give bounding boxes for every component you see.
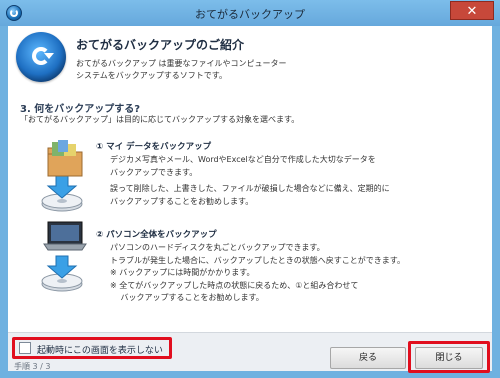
section-title: 3. 何をバックアップする?	[20, 104, 141, 115]
window-title: おてがるバックアップ	[195, 8, 305, 21]
section-subtitle: 「おてがるバックアップ」は目的に応じてバックアップする対象を選べます。	[20, 115, 300, 124]
description-line: トラブルが発生した場合に、バックアップしたときの状態へ戻すことができます。	[110, 255, 405, 265]
laptop-disc-icon	[41, 221, 87, 292]
description-line: パソコンのハードディスクを丸ごとバックアップできます。	[110, 243, 325, 252]
back-button[interactable]: 戻る	[330, 347, 406, 369]
dont-show-checkbox-highlight[interactable]: 起動時にこの画面を表示しない	[12, 337, 172, 359]
description-line: バックアップすることをお勧めします。	[110, 293, 264, 302]
intro-text: おてがるバックアップ は重要なファイルやコンピューター システムをバックアップす…	[76, 58, 287, 82]
intro-line: おてがるバックアップ は重要なファイルやコンピューター	[76, 59, 287, 68]
option-title: ① マイ データをバックアップ	[96, 142, 212, 152]
page-title: おてがるバックアップのご紹介	[76, 38, 245, 52]
option-description: デジカメ写真やメール、WordやExcelなど自分で作成した大切なデータを バッ…	[110, 154, 390, 208]
description-line: バックアップできます。	[110, 167, 198, 177]
option-description: パソコンのハードディスクを丸ごとバックアップできます。 トラブルが発生した場合に…	[110, 242, 405, 305]
app-window: おてがるバックアップ ✕ おてがるバックアップのご紹介 おてがるバックアップ は…	[0, 0, 500, 378]
restore-arrow-icon	[32, 47, 50, 65]
option-title: ② パソコン全体をバックアップ	[96, 230, 217, 240]
close-button-highlight: 閉じる	[408, 341, 490, 373]
description-line: デジカメ写真やメール、WordやExcelなど自分で作成した大切なデータを	[110, 155, 376, 164]
title-bar[interactable]: おてがるバックアップ ✕	[0, 0, 500, 26]
description-line: バックアップすることをお勧めします。	[110, 196, 254, 206]
folder-disc-icon	[41, 140, 83, 212]
step-indicator: 手順 3 / 3	[14, 362, 51, 371]
intro-line: システムをバックアップするソフトです。	[76, 71, 227, 80]
close-button[interactable]: 閉じる	[415, 347, 483, 369]
content-area: おてがるバックアップのご紹介 おてがるバックアップ は重要なファイルやコンピュー…	[8, 26, 492, 373]
description-line: 誤って削除した、上書きした、ファイルが破損した場合などに備え、定期的に	[110, 184, 390, 193]
dont-show-label[interactable]: 起動時にこの画面を表示しない	[37, 343, 163, 356]
dont-show-checkbox[interactable]	[19, 342, 31, 354]
description-line: ※ バックアップには時間がかかります。	[110, 268, 255, 277]
description-line: ※ 全てがバックアップした時点の状態に戻るため、①と組み合わせて	[110, 280, 359, 290]
window-close-button[interactable]: ✕	[450, 1, 494, 20]
footer-bar: 起動時にこの画面を表示しない 手順 3 / 3 戻る 閉じる	[8, 332, 492, 373]
backup-logo-icon	[16, 32, 66, 82]
